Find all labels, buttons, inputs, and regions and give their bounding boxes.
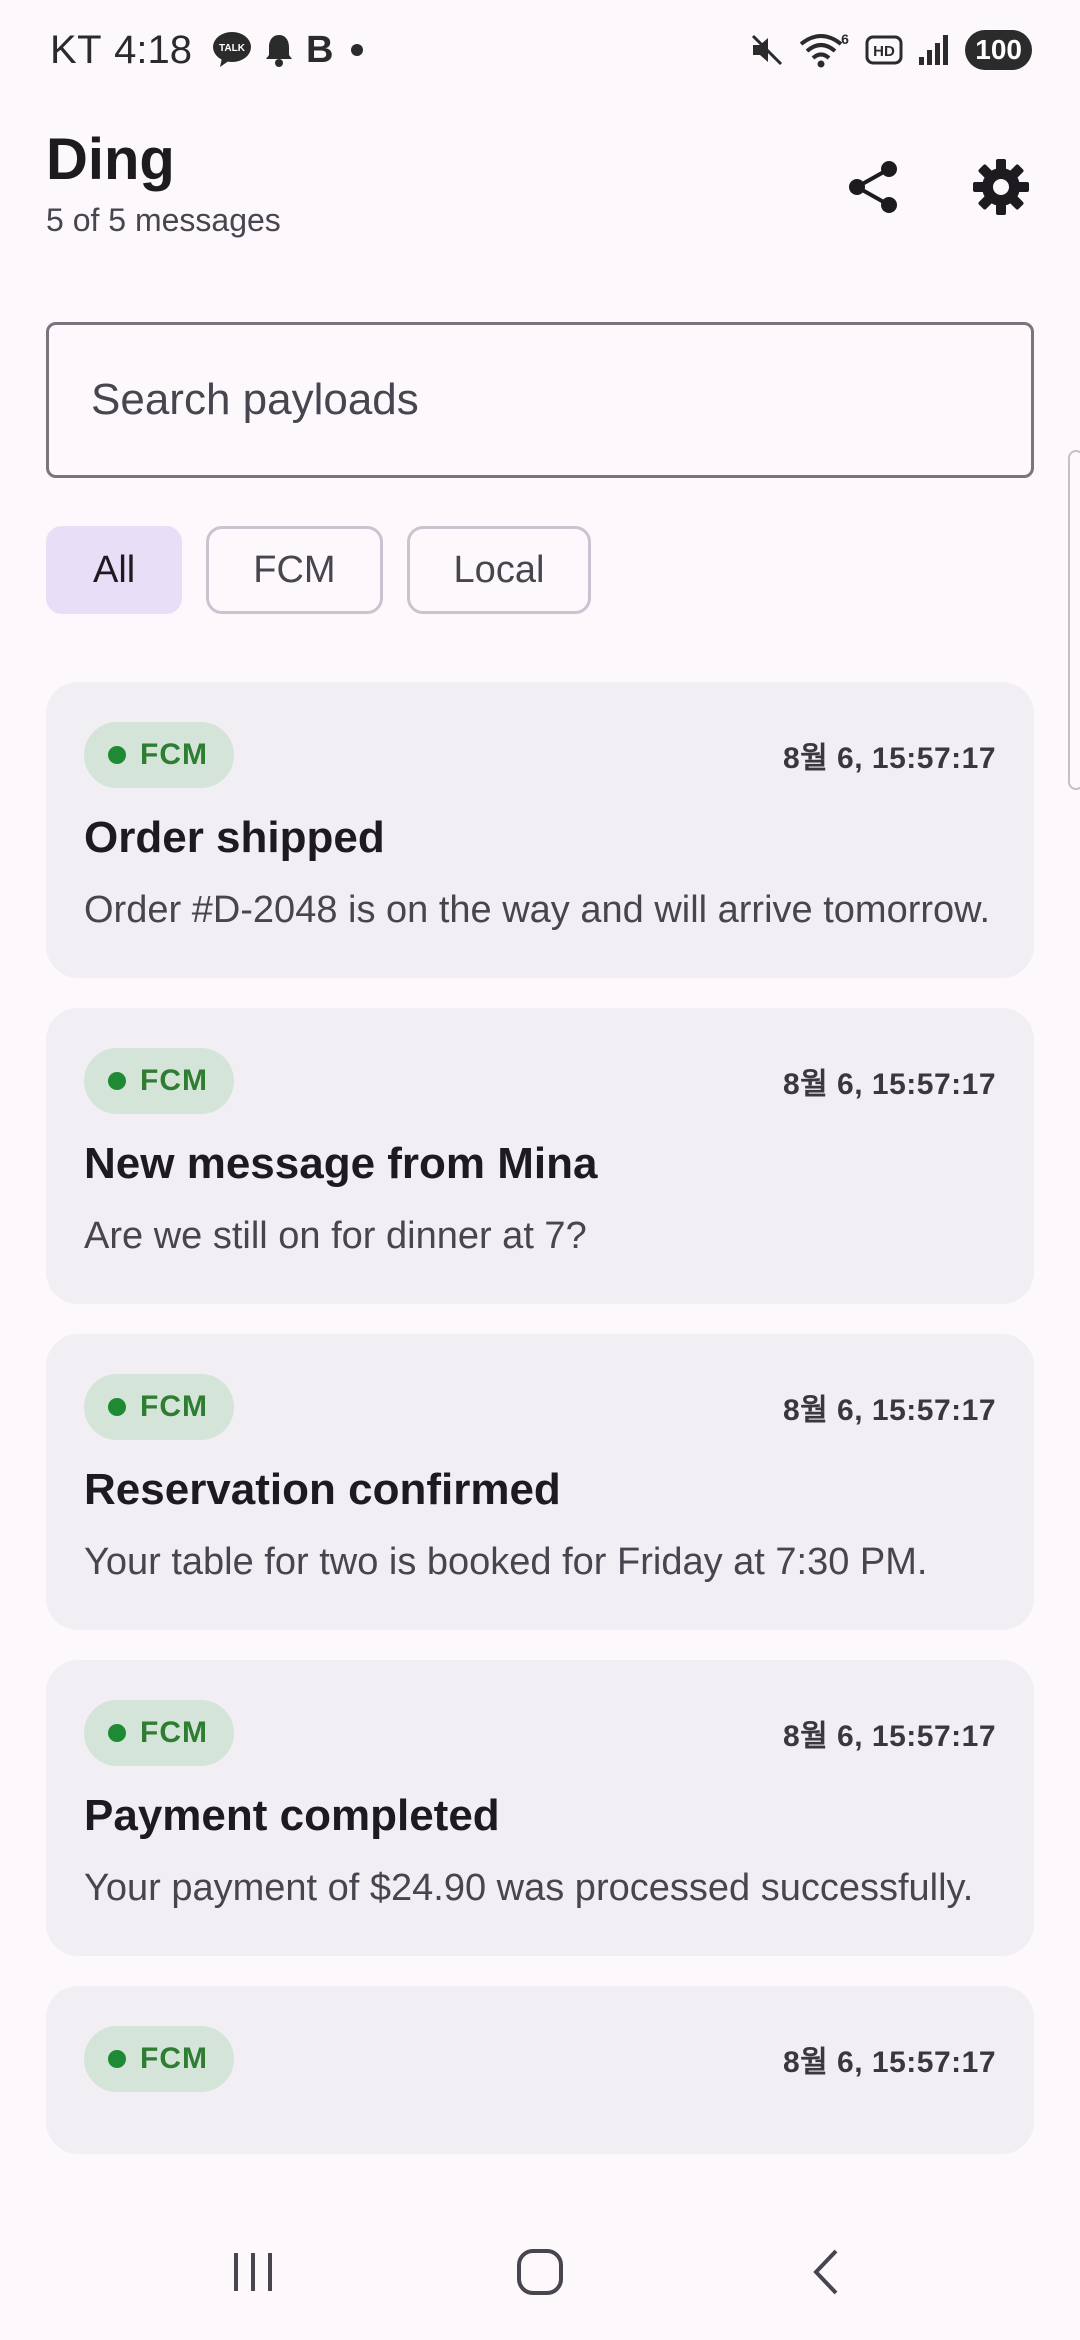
message-card[interactable]: FCM 8월 6, 15:57:17: [46, 1986, 1034, 2154]
message-card[interactable]: FCM 8월 6, 15:57:17 Payment completed You…: [46, 1660, 1034, 1956]
system-nav-bar: [0, 2204, 1080, 2340]
app-header: Ding 5 of 5 messages: [46, 124, 1036, 264]
source-label: FCM: [140, 1716, 208, 1749]
timestamp: 8월 6, 15:57:17: [782, 1068, 996, 1101]
message-card[interactable]: FCM 8월 6, 15:57:17 Reservation confirmed…: [46, 1334, 1034, 1630]
message-body: Order #D-2048 is on the way and will arr…: [84, 889, 991, 931]
mute-icon: [749, 32, 785, 68]
message-title: Order shipped: [84, 813, 385, 862]
source-label: FCM: [140, 738, 208, 771]
share-button[interactable]: [838, 152, 908, 222]
dot-icon: [345, 38, 369, 62]
source-badge: FCM: [84, 722, 234, 788]
status-right: 6 HD 100: [749, 30, 1032, 70]
status-dot-icon: [108, 1724, 126, 1742]
filter-chip-local[interactable]: Local: [406, 526, 592, 614]
hd-icon: HD: [865, 35, 903, 65]
timestamp: 8월 6, 15:57:17: [782, 742, 996, 775]
message-title: Payment completed: [84, 1791, 500, 1840]
message-title: New message from Mina: [84, 1139, 598, 1188]
card-header: FCM 8월 6, 15:57:17: [84, 722, 996, 788]
filter-chip-fcm[interactable]: FCM: [206, 526, 383, 614]
status-dot-icon: [108, 1072, 126, 1090]
notification-bell-icon: [264, 33, 294, 67]
gear-icon: [973, 159, 1029, 215]
source-badge: FCM: [84, 1048, 234, 1114]
message-title: Reservation confirmed: [84, 1465, 561, 1514]
status-dot-icon: [108, 2050, 126, 2068]
timestamp: 8월 6, 15:57:17: [782, 1394, 996, 1427]
share-icon: [849, 161, 897, 213]
talk-icon: TALK: [212, 31, 252, 69]
source-badge: FCM: [84, 1374, 234, 1440]
b-icon: B: [305, 28, 334, 71]
card-header: FCM 8월 6, 15:57:17: [84, 2026, 996, 2092]
filter-chip-all[interactable]: All: [46, 526, 183, 614]
message-body: Are we still on for dinner at 7?: [84, 1215, 587, 1257]
back-icon: [812, 2249, 838, 2295]
message-body: Your payment of $24.90 was processed suc…: [84, 1867, 974, 1909]
status-dot-icon: [108, 1398, 126, 1416]
svg-text:HD: HD: [873, 43, 895, 60]
recents-icon: [234, 2253, 273, 2291]
source-badge: FCM: [84, 1700, 234, 1766]
svg-text:6: 6: [841, 31, 849, 47]
source-label: FCM: [140, 1064, 208, 1097]
header-actions: [838, 152, 1036, 222]
signal-icon: [917, 33, 951, 67]
message-card[interactable]: FCM 8월 6, 15:57:17 New message from Mina…: [46, 1008, 1034, 1304]
card-header: FCM 8월 6, 15:57:17: [84, 1374, 996, 1440]
status-dot-icon: [108, 746, 126, 764]
battery-icon: 100: [965, 30, 1032, 70]
status-bar: KT 4:18 TALK B 6 HD 100: [0, 0, 1080, 100]
back-button[interactable]: [767, 2222, 887, 2322]
message-body: Your table for two is booked for Friday …: [84, 1541, 928, 1583]
wifi-6-icon: 6: [799, 30, 851, 70]
talk-icon-text: TALK: [219, 43, 246, 54]
carrier-label: KT: [50, 27, 103, 72]
search-input[interactable]: [91, 375, 1031, 425]
source-badge: FCM: [84, 2026, 234, 2092]
filter-chips: All FCM Local: [46, 526, 592, 614]
home-icon: [516, 2249, 563, 2295]
source-label: FCM: [140, 2042, 208, 2075]
message-list: FCM 8월 6, 15:57:17 Order shipped Order #…: [46, 682, 1034, 2202]
source-label: FCM: [140, 1390, 208, 1423]
scrollbar[interactable]: [1068, 450, 1080, 790]
clock: 4:18: [114, 27, 192, 72]
recents-button[interactable]: [193, 2222, 313, 2322]
home-button[interactable]: [480, 2222, 600, 2322]
settings-button[interactable]: [966, 152, 1036, 222]
search-field[interactable]: [46, 322, 1034, 478]
status-left: KT 4:18 TALK B: [50, 28, 369, 73]
card-header: FCM 8월 6, 15:57:17: [84, 1048, 996, 1114]
timestamp: 8월 6, 15:57:17: [782, 1720, 996, 1753]
timestamp: 8월 6, 15:57:17: [782, 2046, 996, 2079]
message-card[interactable]: FCM 8월 6, 15:57:17 Order shipped Order #…: [46, 682, 1034, 978]
card-header: FCM 8월 6, 15:57:17: [84, 1700, 996, 1766]
screen: KT 4:18 TALK B 6 HD 100 Ding 5 of 5 mess…: [0, 0, 1080, 2340]
